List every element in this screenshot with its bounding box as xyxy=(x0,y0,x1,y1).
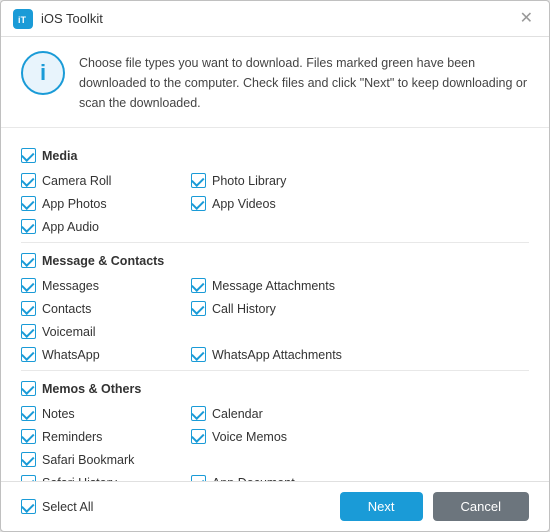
titlebar: iT iOS Toolkit ✕ xyxy=(1,1,549,37)
calendar-checkbox[interactable] xyxy=(191,406,206,421)
window-title: iOS Toolkit xyxy=(41,11,103,26)
message-attachments-label: Message Attachments xyxy=(212,279,335,293)
list-item[interactable]: WhatsApp Attachments xyxy=(191,345,411,364)
list-item[interactable]: Messages xyxy=(21,276,191,295)
media-header-label: Media xyxy=(42,149,77,163)
select-all-checkbox[interactable] xyxy=(21,499,36,514)
memos-grid: Notes Calendar Reminders Voice Memos Saf… xyxy=(21,404,529,481)
next-button[interactable]: Next xyxy=(340,492,423,521)
photo-library-checkbox[interactable] xyxy=(191,173,206,188)
app-icon: iT xyxy=(13,9,33,29)
main-window: iT iOS Toolkit ✕ i Choose file types you… xyxy=(0,0,550,532)
list-item[interactable]: Reminders xyxy=(21,427,191,446)
section-header-message: Message & Contacts xyxy=(21,251,529,270)
voicemail-checkbox[interactable] xyxy=(21,324,36,339)
photo-library-label: Photo Library xyxy=(212,174,286,188)
notes-checkbox[interactable] xyxy=(21,406,36,421)
whatsapp-attachments-label: WhatsApp Attachments xyxy=(212,348,342,362)
list-item[interactable]: Calendar xyxy=(191,404,361,423)
list-item[interactable]: App Document xyxy=(191,473,411,481)
whatsapp-label: WhatsApp xyxy=(42,348,100,362)
list-item[interactable]: App Photos xyxy=(21,194,191,213)
media-grid: Camera Roll Photo Library App Photos App… xyxy=(21,171,529,236)
list-item[interactable]: Photo Library xyxy=(191,171,361,190)
contacts-label: Contacts xyxy=(42,302,91,316)
section-header-media: Media xyxy=(21,146,529,165)
memos-section-header-item[interactable]: Memos & Others xyxy=(21,379,529,398)
app-photos-label: App Photos xyxy=(42,197,107,211)
whatsapp-attachments-checkbox[interactable] xyxy=(191,347,206,362)
voicemail-label: Voicemail xyxy=(42,325,96,339)
close-button[interactable]: ✕ xyxy=(516,9,537,29)
footer: Select All Next Cancel xyxy=(1,481,549,531)
app-audio-checkbox[interactable] xyxy=(21,219,36,234)
list-item[interactable]: Contacts xyxy=(21,299,191,318)
divider-1 xyxy=(21,242,529,243)
section-header-memos: Memos & Others xyxy=(21,379,529,398)
camera-roll-checkbox[interactable] xyxy=(21,173,36,188)
camera-roll-label: Camera Roll xyxy=(42,174,111,188)
app-photos-checkbox[interactable] xyxy=(21,196,36,211)
list-item[interactable]: Safari History xyxy=(21,473,191,481)
content-area: Media Camera Roll Photo Library App Phot… xyxy=(1,128,549,481)
reminders-checkbox[interactable] xyxy=(21,429,36,444)
list-item[interactable]: Camera Roll xyxy=(21,171,191,190)
select-all-area[interactable]: Select All xyxy=(21,499,93,514)
select-all-label: Select All xyxy=(42,500,93,514)
info-text: Choose file types you want to download. … xyxy=(79,51,529,113)
messages-checkbox[interactable] xyxy=(21,278,36,293)
notes-label: Notes xyxy=(42,407,75,421)
message-section-header-item[interactable]: Message & Contacts xyxy=(21,251,529,270)
list-item[interactable]: App Audio xyxy=(21,217,191,236)
list-item[interactable]: Message Attachments xyxy=(191,276,411,295)
voice-memos-checkbox[interactable] xyxy=(191,429,206,444)
reminders-label: Reminders xyxy=(42,430,102,444)
message-header-checkbox[interactable] xyxy=(21,253,36,268)
voice-memos-label: Voice Memos xyxy=(212,430,287,444)
media-header-checkbox[interactable] xyxy=(21,148,36,163)
call-history-label: Call History xyxy=(212,302,276,316)
memos-header-checkbox[interactable] xyxy=(21,381,36,396)
list-item[interactable]: Call History xyxy=(191,299,361,318)
app-videos-label: App Videos xyxy=(212,197,276,211)
contacts-checkbox[interactable] xyxy=(21,301,36,316)
message-header-label: Message & Contacts xyxy=(42,254,164,268)
app-audio-label: App Audio xyxy=(42,220,99,234)
call-history-checkbox[interactable] xyxy=(191,301,206,316)
cancel-button[interactable]: Cancel xyxy=(433,492,529,521)
message-grid: Messages Message Attachments Contacts Ca… xyxy=(21,276,529,364)
list-item[interactable]: Voicemail xyxy=(21,322,241,341)
titlebar-left: iT iOS Toolkit xyxy=(13,9,103,29)
safari-bookmark-label: Safari Bookmark xyxy=(42,453,134,467)
list-item[interactable]: Safari Bookmark xyxy=(21,450,241,469)
message-attachments-checkbox[interactable] xyxy=(191,278,206,293)
calendar-label: Calendar xyxy=(212,407,263,421)
list-item[interactable]: App Videos xyxy=(191,194,361,213)
media-section-header-item[interactable]: Media xyxy=(21,146,529,165)
info-icon: i xyxy=(21,51,65,95)
list-item[interactable]: Voice Memos xyxy=(191,427,361,446)
safari-history-checkbox[interactable] xyxy=(21,475,36,481)
app-document-checkbox[interactable] xyxy=(191,475,206,481)
divider-2 xyxy=(21,370,529,371)
info-bar: i Choose file types you want to download… xyxy=(1,37,549,128)
whatsapp-checkbox[interactable] xyxy=(21,347,36,362)
app-videos-checkbox[interactable] xyxy=(191,196,206,211)
messages-label: Messages xyxy=(42,279,99,293)
svg-text:iT: iT xyxy=(18,15,27,25)
list-item[interactable]: Notes xyxy=(21,404,191,423)
list-item[interactable]: WhatsApp xyxy=(21,345,191,364)
footer-buttons: Next Cancel xyxy=(340,492,529,521)
safari-bookmark-checkbox[interactable] xyxy=(21,452,36,467)
memos-header-label: Memos & Others xyxy=(42,382,141,396)
